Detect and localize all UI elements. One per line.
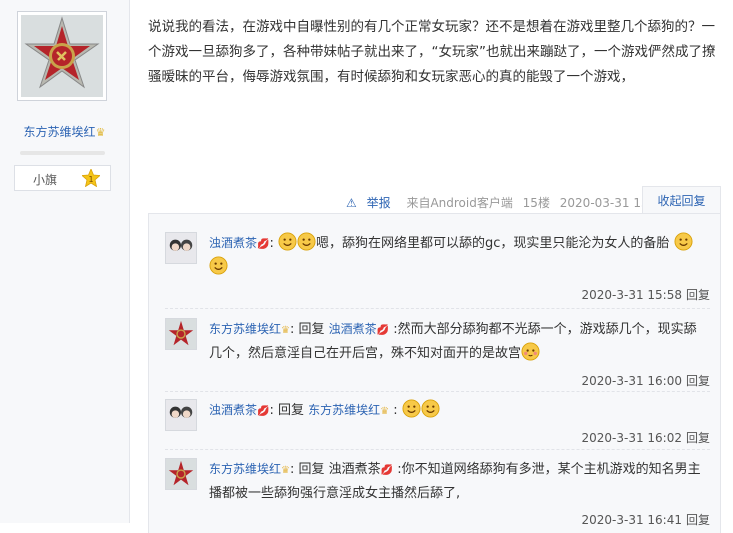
smile-emoji-icon (278, 232, 297, 251)
report-link[interactable]: ⚠ 举报 (346, 196, 397, 210)
reply-time: 2020-3-31 15:58 (581, 288, 682, 302)
post-content: 说说我的看法，在游戏中自曝性别的有几个正常女玩家？还不是想着在游戏里整几个舔狗的… (148, 19, 716, 85)
reply-target-user[interactable]: 浊酒煮茶 (329, 462, 381, 477)
crown-icon: ♛ (95, 126, 106, 139)
lips-icon: 💋 (257, 406, 270, 417)
client-source: 来自Android客户端 (406, 196, 513, 210)
reply-text: 嗯，舔狗在网络里都可以舔的gc，现实里只能沦为女人的备胎 (316, 236, 670, 251)
reply-body: 东方苏维埃红♛: 回复 浊酒煮茶💋 :然而大部分舔狗都不光舔一个，游戏舔几个，现… (209, 318, 709, 365)
author-name-text[interactable]: 东方苏维埃红 (24, 125, 96, 139)
reply-body: 浊酒煮茶💋: 嗯，舔狗在网络里都可以舔的gc，现实里只能沦为女人的备胎 (209, 232, 709, 279)
medal-icon (166, 459, 196, 489)
shy-emoji-icon (521, 342, 540, 361)
level-star-icon: 1 (82, 169, 100, 187)
reply-button[interactable]: 回复 (686, 374, 710, 388)
report-icon: ⚠ (346, 196, 357, 210)
reply-button[interactable]: 回复 (686, 513, 710, 527)
floor-number: 15楼 (522, 196, 550, 210)
reply-time: 2020-3-31 16:02 (581, 431, 682, 445)
smile-emoji-icon (421, 399, 440, 418)
reply-footer: 2020-3-31 16:02 回复 (581, 429, 710, 446)
reply-button[interactable]: 回复 (686, 431, 710, 445)
reply-footer: 2020-3-31 15:58 回复 (581, 286, 710, 303)
reply-avatar[interactable] (165, 318, 197, 350)
reply-separator: : (269, 403, 274, 418)
reply-avatar[interactable] (165, 232, 197, 264)
photo-avatar-icon (166, 400, 196, 430)
member-badge[interactable]: 小旗 1 (14, 165, 111, 191)
reply-divider (165, 449, 710, 451)
reply-list: 浊酒煮茶💋: 嗯，舔狗在网络里都可以舔的gc，现实里只能沦为女人的备胎 2020… (148, 213, 721, 533)
reply-username[interactable]: 浊酒煮茶 (209, 236, 257, 250)
report-label[interactable]: 举报 (367, 196, 391, 210)
crown-icon: ♛ (380, 406, 390, 417)
reply-username[interactable]: 东方苏维埃红 (209, 322, 281, 336)
reply-word: 回复 (298, 462, 325, 477)
reply-avatar[interactable] (165, 399, 197, 431)
lips-icon: 💋 (376, 325, 390, 336)
collapse-replies-button[interactable]: 收起回复 (642, 186, 721, 214)
author-avatar[interactable] (17, 11, 107, 101)
reply-target-user[interactable]: 浊酒煮茶 (329, 322, 377, 336)
reply-body: 东方苏维埃红♛: 回复 浊酒煮茶💋 :你不知道网络舔狗有多泄，某个主机游戏的知名… (209, 458, 709, 505)
medal-icon (21, 15, 103, 97)
lips-icon: 💋 (380, 465, 394, 476)
author-sidebar: 东方苏维埃红♛ 小旗 1 (0, 0, 130, 523)
reply-separator: : (289, 322, 295, 337)
medal-icon (166, 319, 196, 349)
photo-avatar-icon (166, 233, 196, 263)
crown-icon: ♛ (281, 465, 290, 476)
reply-username[interactable]: 东方苏维埃红 (209, 462, 281, 476)
badge-name: 小旗 (33, 173, 58, 187)
reply-divider (165, 391, 710, 393)
reply-body: 浊酒煮茶💋: 回复 东方苏维埃红♛ : (209, 399, 709, 423)
badge-level-number: 1 (88, 175, 93, 184)
post-meta: ⚠ 举报 来自Android客户端 15楼 2020-03-31 15:41 (346, 194, 674, 211)
reply-time: 2020-3-31 16:00 (581, 374, 682, 388)
reply-footer: 2020-3-31 16:41 回复 (581, 511, 710, 528)
smile-emoji-icon (674, 232, 693, 251)
reply-target-user[interactable]: 东方苏维埃红 (308, 403, 380, 417)
smile-emoji-icon (402, 399, 421, 418)
reply-separator: : (269, 236, 274, 251)
reply-button[interactable]: 回复 (686, 288, 710, 302)
reply-footer: 2020-3-31 16:00 回复 (581, 372, 710, 389)
smile-emoji-icon (297, 232, 316, 251)
level-progress-bar (20, 151, 105, 155)
reply-text: : (393, 403, 398, 418)
reply-word: 回复 (298, 322, 325, 337)
reply-separator: : (289, 462, 295, 477)
reply-username[interactable]: 浊酒煮茶 (209, 403, 257, 417)
reply-avatar[interactable] (165, 458, 197, 490)
reply-word: 回复 (278, 403, 305, 418)
reply-time: 2020-3-31 16:41 (581, 513, 682, 527)
author-name[interactable]: 东方苏维埃红♛ (0, 123, 129, 140)
reply-divider (165, 308, 710, 310)
lips-icon: 💋 (257, 239, 270, 250)
smile-emoji-icon (209, 256, 228, 275)
crown-icon: ♛ (281, 325, 290, 336)
